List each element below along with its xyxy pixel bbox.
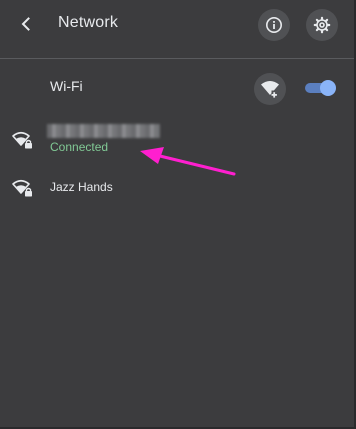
- header-divider: [0, 58, 354, 59]
- gear-icon: [313, 16, 331, 34]
- annotation-arrow-icon: [140, 147, 236, 176]
- wifi-row: Wi-Fi: [0, 66, 354, 110]
- settings-button[interactable]: [306, 9, 338, 41]
- network-panel: Network Wi-Fi Connected Jazz Hands: [0, 0, 356, 429]
- info-button[interactable]: [258, 9, 290, 41]
- header: Network: [0, 0, 354, 48]
- network-name-redacted: [47, 124, 160, 138]
- add-network-button[interactable]: [254, 73, 286, 105]
- network-name: Jazz Hands: [50, 180, 113, 194]
- network-status: Connected: [50, 140, 109, 154]
- wifi-toggle[interactable]: [305, 80, 336, 96]
- back-button[interactable]: [12, 10, 40, 38]
- wifi-lock-icon: [12, 131, 32, 149]
- wifi-label: Wi-Fi: [50, 78, 83, 94]
- page-title: Network: [58, 14, 119, 31]
- wifi-lock-icon: [12, 179, 32, 197]
- toggle-knob: [320, 80, 336, 96]
- wifi-add-icon: [261, 81, 280, 98]
- info-icon: [266, 17, 282, 33]
- chevron-left-icon: [21, 17, 30, 31]
